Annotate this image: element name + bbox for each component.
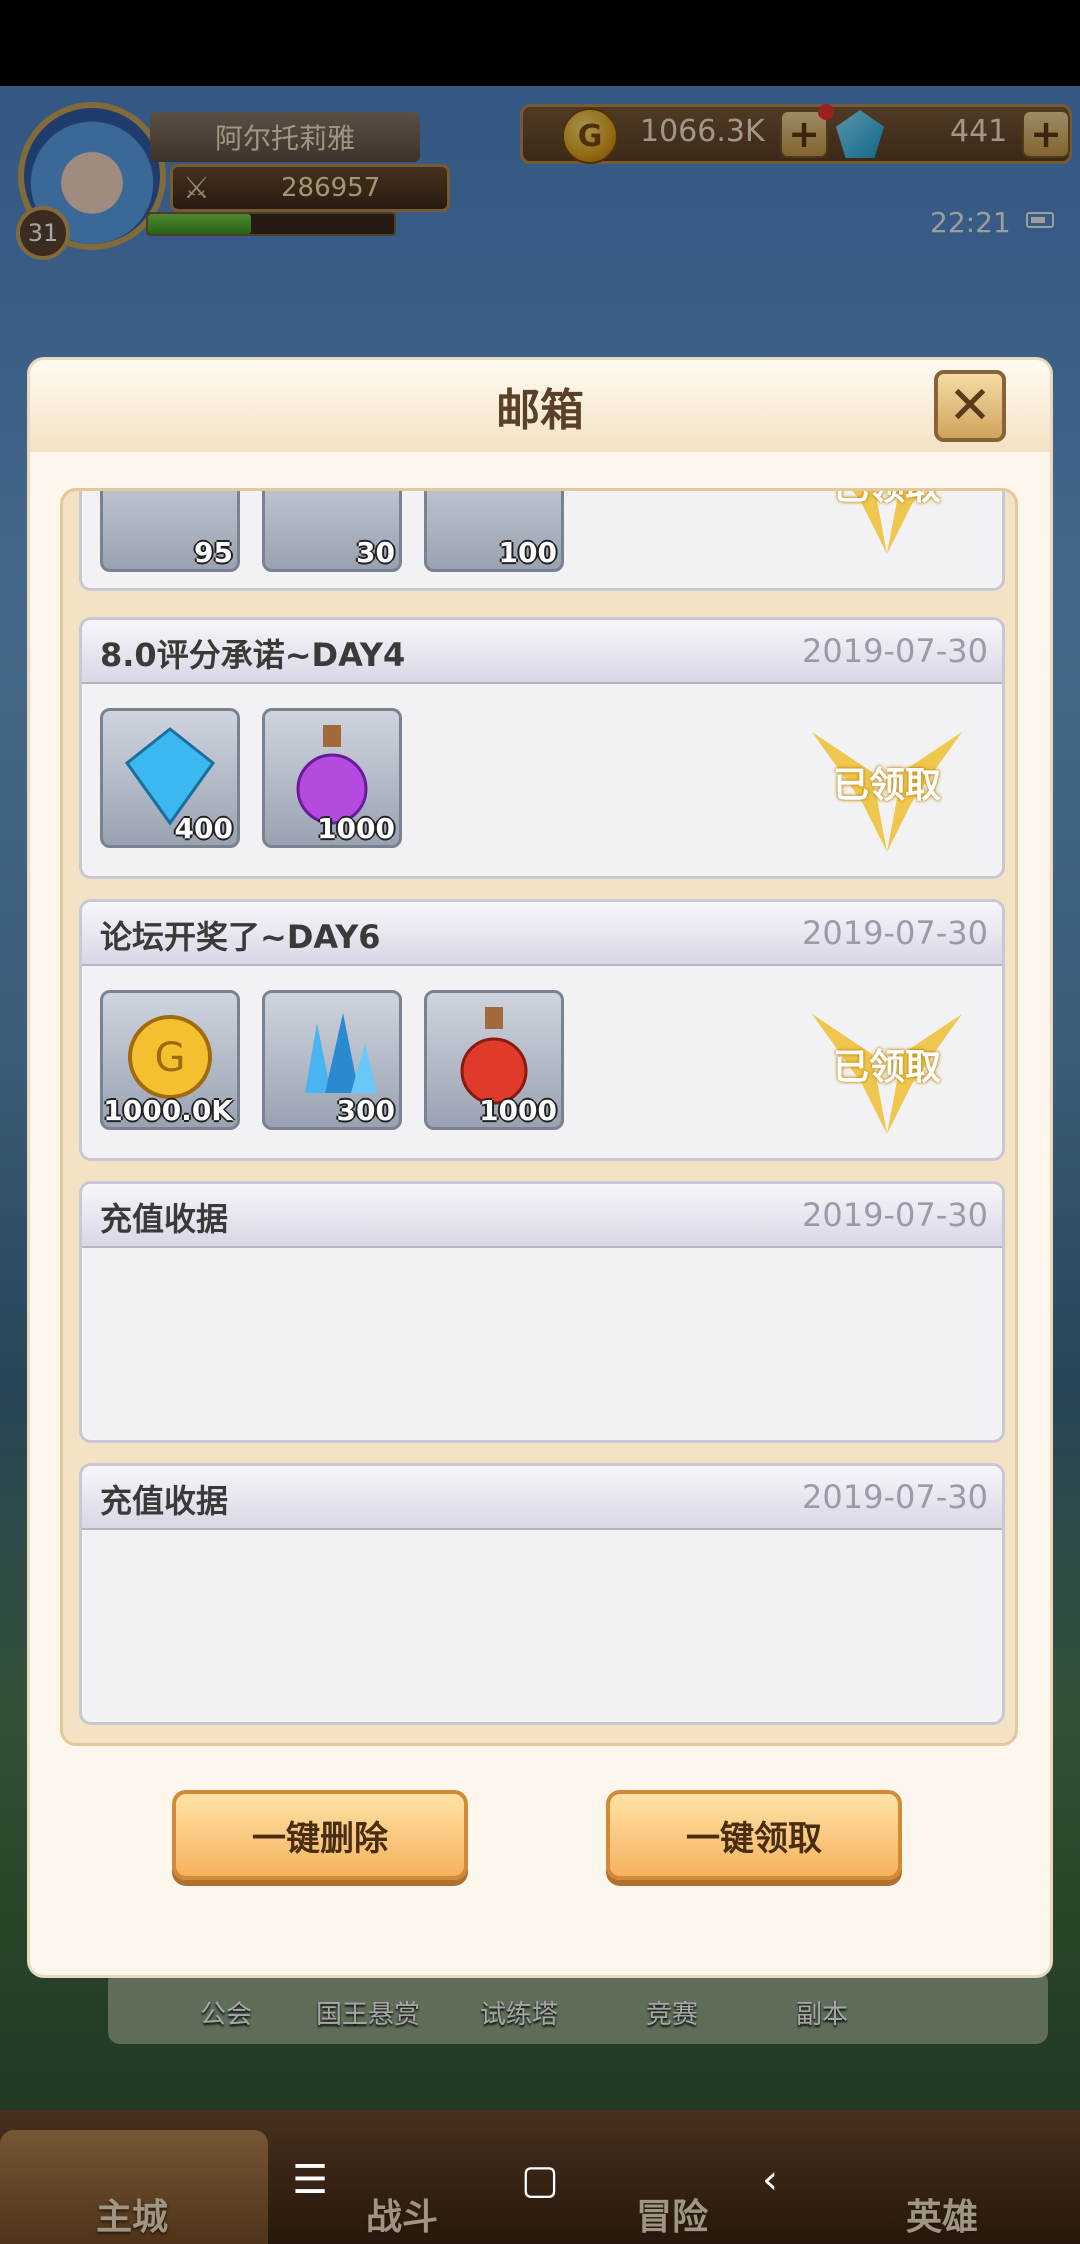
reward-slot[interactable]: 100	[424, 491, 564, 572]
mailbox-dialog: 邮箱 ✕ 95 30 100 已领取 8.0评分承诺~DAY4 2019-07-…	[30, 360, 1050, 1975]
claimed-stamp: 已领取	[802, 994, 972, 1144]
reward-slot[interactable]: 1000	[262, 708, 402, 848]
reward-count: 1000.0K	[103, 1094, 233, 1127]
mail-title: 8.0评分承诺~DAY4	[100, 636, 406, 674]
mail-title: 论坛开奖了~DAY6	[100, 918, 381, 956]
mail-title: 充值收据	[100, 1482, 229, 1520]
system-nav-bar: ☰ ▢ ‹	[270, 2140, 810, 2220]
mail-item[interactable]: 充值收据 2019-07-30	[79, 1463, 1005, 1725]
mail-header: 充值收据 2019-07-30	[82, 1184, 1002, 1248]
claim-all-button[interactable]: 一键领取	[606, 1790, 902, 1880]
mail-date: 2019-07-30	[802, 1196, 988, 1234]
reward-slot[interactable]: 30	[262, 491, 402, 572]
mail-item[interactable]: 8.0评分承诺~DAY4 2019-07-30 400 1000 已领取	[79, 617, 1005, 879]
delete-all-button[interactable]: 一键删除	[172, 1790, 468, 1880]
mail-title: 充值收据	[100, 1200, 229, 1238]
mail-header: 论坛开奖了~DAY6 2019-07-30	[82, 902, 1002, 966]
reward-count: 100	[498, 536, 557, 569]
dialog-header: 邮箱 ✕	[30, 360, 1050, 452]
mail-list[interactable]: 95 30 100 已领取 8.0评分承诺~DAY4 2019-07-30 40…	[60, 488, 1018, 1746]
close-icon: ✕	[948, 376, 992, 436]
mail-header: 充值收据 2019-07-30	[82, 1466, 1002, 1530]
reward-slot[interactable]: 300	[262, 990, 402, 1130]
status-bar	[0, 0, 1080, 86]
reward-slot[interactable]: 95	[100, 491, 240, 572]
claimed-stamp: 已领取	[802, 712, 972, 862]
reward-count: 1000	[317, 812, 395, 845]
mail-header: 8.0评分承诺~DAY4 2019-07-30	[82, 620, 1002, 684]
reward-count: 400	[174, 812, 233, 845]
reward-count: 1000	[479, 1094, 557, 1127]
mail-item[interactable]: 95 30 100 已领取	[79, 491, 1005, 591]
close-button[interactable]: ✕	[934, 370, 1006, 442]
back-icon[interactable]: ‹	[730, 2140, 810, 2220]
mail-item[interactable]: 论坛开奖了~DAY6 2019-07-30 G 1000.0K 300 1000…	[79, 899, 1005, 1161]
dialog-title: 邮箱	[496, 385, 584, 436]
mail-date: 2019-07-30	[802, 914, 988, 952]
claimed-label: 已领取	[802, 491, 972, 510]
mail-date: 2019-07-30	[802, 1478, 988, 1516]
claimed-label: 已领取	[832, 765, 941, 806]
home-icon[interactable]: ▢	[500, 2140, 580, 2220]
mail-date: 2019-07-30	[802, 632, 988, 670]
reward-slot[interactable]: G 1000.0K	[100, 990, 240, 1130]
reward-slot[interactable]: 1000	[424, 990, 564, 1130]
svg-text:G: G	[155, 1035, 186, 1081]
reward-count: 30	[356, 536, 395, 569]
mail-item[interactable]: 充值收据 2019-07-30	[79, 1181, 1005, 1443]
claimed-label: 已领取	[832, 1047, 941, 1088]
reward-count: 95	[194, 536, 233, 569]
menu-icon[interactable]: ☰	[270, 2140, 350, 2220]
reward-slot[interactable]: 400	[100, 708, 240, 848]
reward-count: 300	[336, 1094, 395, 1127]
claimed-stamp: 已领取	[802, 491, 972, 564]
